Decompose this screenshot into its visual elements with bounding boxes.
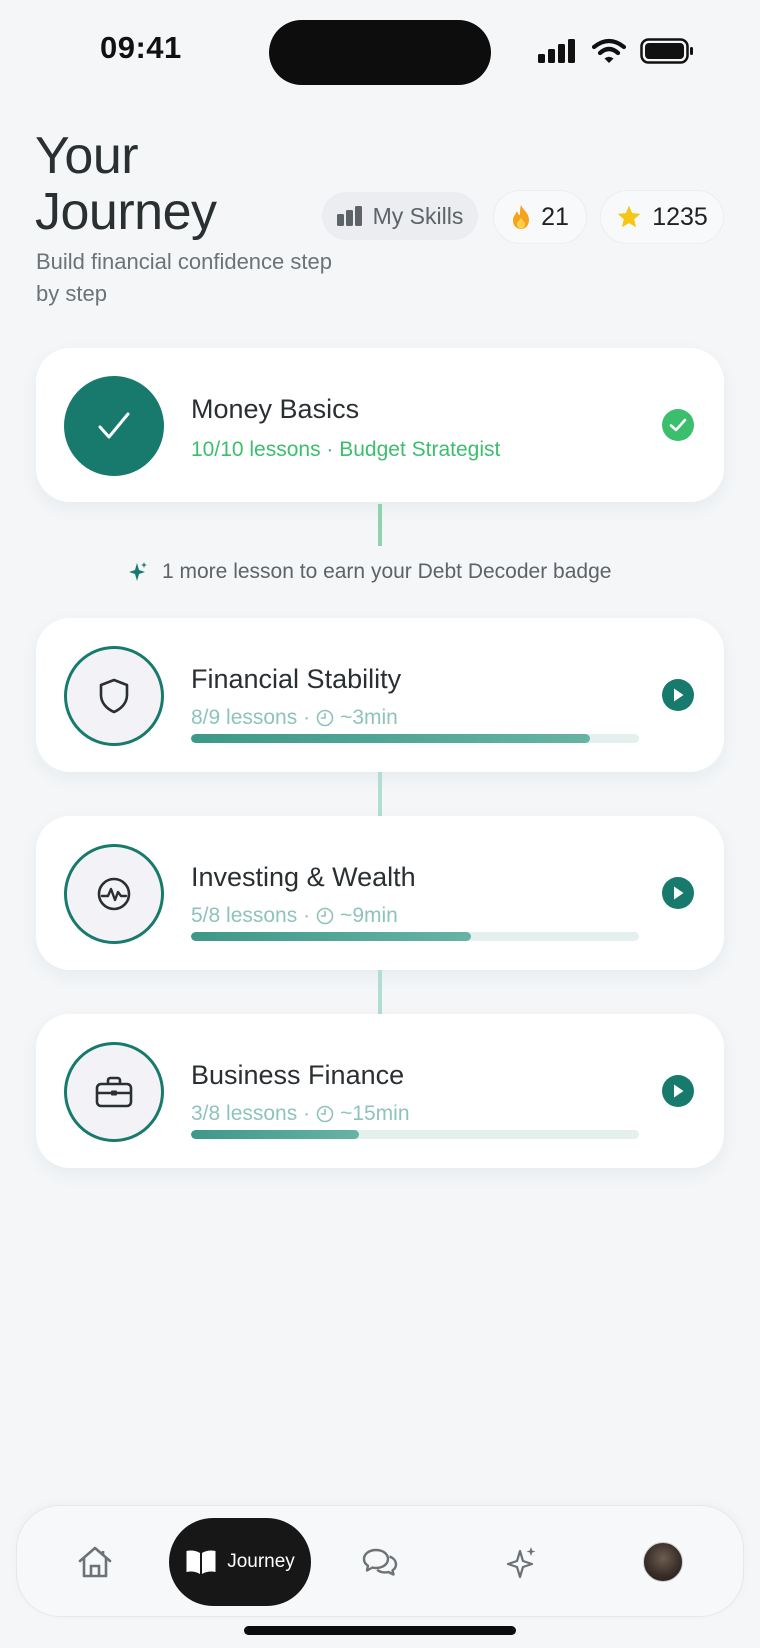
page-title: Your Journey [35,127,217,241]
sparkle-icon [506,1547,536,1579]
home-icon [78,1546,112,1578]
module-lessons: 8/9 lessons · [191,706,311,729]
path-connector [378,772,382,816]
module-title: Investing & Wealth [191,862,416,892]
badge-hint: 1 more lesson to earn your Debt Decoder … [128,560,611,584]
module-progress-bar [191,932,639,941]
play-icon[interactable] [662,877,694,909]
wifi-icon [592,38,626,63]
module-duration: ~15min [340,1102,410,1125]
points-badge[interactable]: 1235 [600,190,724,244]
battery-icon [640,38,693,64]
nav-ai[interactable] [494,1534,550,1590]
nav-chat[interactable] [352,1534,408,1590]
flame-icon [513,205,530,229]
nav-journey-label: Journey [227,1551,295,1572]
module-duration: ~3min [340,706,398,729]
module-title: Financial Stability [191,664,402,694]
module-icon-circle [64,1042,164,1142]
module-icon-circle [64,646,164,746]
module-lessons: 3/8 lessons · [191,1102,311,1125]
module-title: Business Finance [191,1060,405,1090]
my-skills-button[interactable]: My Skills [322,192,478,240]
module-duration: ~9min [340,904,398,927]
streak-count: 21 [541,202,569,231]
play-icon[interactable] [662,1075,694,1107]
briefcase-icon [95,1076,133,1108]
screen: 09:41 Your Journey Build financial confi… [0,0,760,1648]
avatar [643,1542,683,1582]
chart-icon [97,877,131,911]
module-lessons: 5/8 lessons · [191,904,311,927]
chat-icon [362,1548,398,1576]
nav-profile[interactable] [635,1534,691,1590]
module-meta: 8/9 lessons · ~3min [191,706,398,730]
status-icons [538,38,694,64]
star-icon [617,205,641,228]
badge-hint-text: 1 more lesson to earn your Debt Decoder … [162,560,612,583]
status-time: 09:41 [100,30,182,65]
shield-icon [99,678,129,714]
bar-chart-icon [336,206,362,226]
nav-journey[interactable]: Journey [169,1518,311,1606]
streak-badge[interactable]: 21 [493,190,587,244]
module-icon-circle [64,376,164,476]
module-title: Money Basics [191,394,360,424]
book-open-icon [186,1550,216,1574]
clock-icon [316,1105,334,1123]
module-meta: 5/8 lessons · ~9min [191,904,398,928]
module-progress-bar [191,1130,639,1139]
points-count: 1235 [652,202,708,231]
play-icon[interactable] [662,679,694,711]
module-card-financial-stability[interactable]: Financial Stability 8/9 lessons · ~3min [36,618,724,772]
cellular-icon [538,39,575,63]
home-indicator [244,1626,516,1635]
module-meta: 3/8 lessons · ~15min [191,1102,410,1126]
module-progress-bar [191,734,639,743]
page-subtitle: Build financial confidence step by step [36,249,332,306]
my-skills-label: My Skills [372,202,464,229]
nav-home[interactable] [67,1534,123,1590]
module-card-investing-wealth[interactable]: Investing & Wealth 5/8 lessons · ~9min [36,816,724,970]
module-card-business-finance[interactable]: Business Finance 3/8 lessons · ~15min [36,1014,724,1168]
bottom-nav: Journey [16,1505,744,1617]
module-card-money-basics[interactable]: Money Basics 10/10 lessons · Budget Stra… [36,348,724,502]
path-connector [378,504,382,546]
check-icon [98,412,130,439]
completed-check-icon [662,409,694,441]
module-meta: 10/10 lessons · Budget Strategist [191,438,501,461]
path-connector [378,970,382,1014]
sparkle-icon [129,562,147,581]
clock-icon [316,709,334,727]
clock-icon [316,907,334,925]
dynamic-island [269,20,491,85]
module-icon-circle [64,844,164,944]
